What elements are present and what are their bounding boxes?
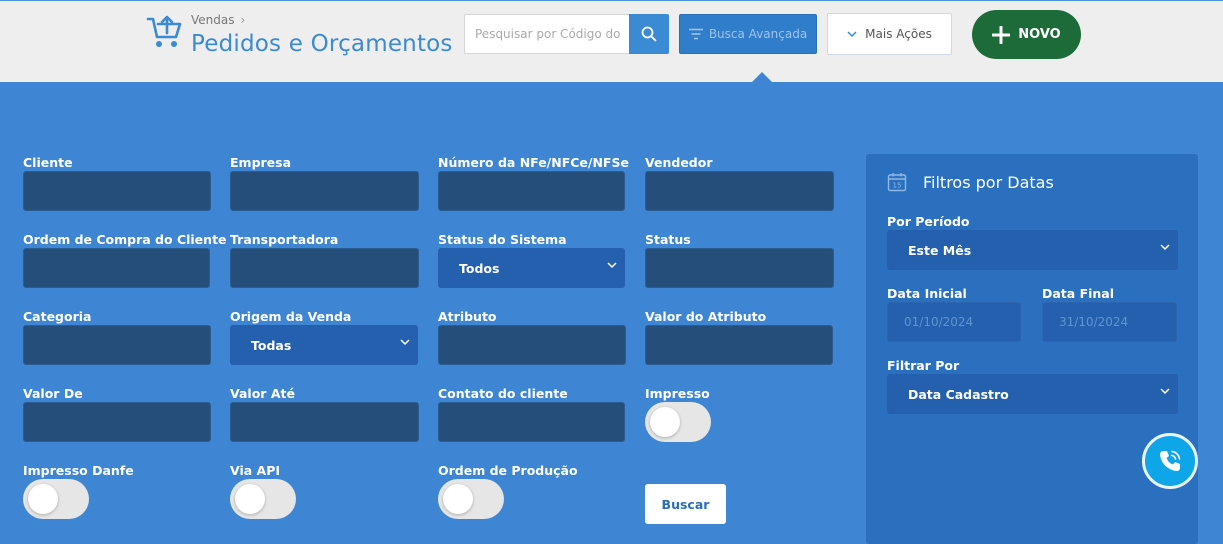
plus-icon — [992, 25, 1011, 44]
top-header: Vendas › Pedidos e Orçamentos Busca Avanç… — [0, 0, 1223, 82]
search-input[interactable] — [464, 14, 630, 54]
toggle-knob — [235, 484, 265, 514]
chevron-down-icon — [1160, 388, 1170, 395]
label-status: Status — [645, 232, 691, 247]
toggle-knob — [28, 484, 58, 514]
empresa-input[interactable] — [230, 171, 419, 211]
dropdown-caret — [752, 72, 772, 82]
chevron-right-icon: › — [240, 13, 246, 27]
label-vendedor: Vendedor — [645, 155, 713, 170]
panel-title: Filtros por Datas — [923, 173, 1054, 192]
label-impresso-danfe: Impresso Danfe — [23, 463, 134, 478]
buscar-button[interactable]: Buscar — [645, 484, 726, 524]
phone-icon — [1160, 450, 1181, 471]
impresso-toggle[interactable] — [645, 402, 711, 442]
svg-text:15: 15 — [893, 182, 902, 190]
label-valor-de: Valor De — [23, 386, 83, 401]
chevron-down-icon — [607, 262, 617, 269]
numero-nfe-input[interactable] — [438, 171, 625, 211]
advanced-search-label: Busca Avançada — [708, 27, 808, 41]
toggle-knob — [443, 484, 473, 514]
transportadora-input[interactable] — [230, 248, 419, 288]
ordem-compra-input[interactable] — [23, 248, 210, 288]
vendedor-input[interactable] — [645, 171, 834, 211]
via-api-toggle[interactable] — [230, 479, 296, 519]
chevron-down-icon — [400, 339, 410, 346]
label-data-inicial: Data Inicial — [887, 286, 967, 301]
phone-support-button[interactable] — [1142, 433, 1198, 489]
origem-venda-value: Todas — [251, 337, 292, 353]
toggle-knob — [650, 407, 680, 437]
filter-icon — [688, 28, 703, 40]
label-via-api: Via API — [230, 463, 281, 478]
valor-ate-input[interactable] — [230, 402, 419, 442]
label-status-sistema: Status do Sistema — [438, 232, 567, 247]
label-por-periodo: Por Período — [887, 214, 970, 229]
filtrar-por-value: Data Cadastro — [908, 386, 1009, 402]
status-input[interactable] — [645, 248, 834, 288]
breadcrumb-vendas[interactable]: Vendas — [191, 13, 235, 27]
label-ordem-compra: Ordem de Compra do Cliente — [23, 232, 227, 247]
categoria-input[interactable] — [23, 325, 211, 365]
contato-cliente-input[interactable] — [438, 402, 625, 442]
label-filtrar-por: Filtrar Por — [887, 358, 960, 373]
more-actions-label: Mais Ações — [865, 27, 932, 41]
label-origem-venda: Origem da Venda — [230, 309, 352, 324]
label-categoria: Categoria — [23, 309, 92, 324]
status-sistema-value: Todos — [459, 260, 500, 276]
label-valor-atributo: Valor do Atributo — [645, 309, 767, 324]
impresso-danfe-toggle[interactable] — [23, 479, 89, 519]
status-sistema-select[interactable]: Todos — [438, 248, 625, 288]
valor-atributo-input[interactable] — [645, 325, 833, 365]
data-inicial-input[interactable]: 01/10/2024 — [887, 302, 1021, 342]
search-icon — [641, 26, 657, 42]
label-impresso: Impresso — [645, 386, 710, 401]
date-filter-panel: 15 Filtros por Datas Por Período Este Mê… — [866, 154, 1198, 544]
chevron-down-icon — [847, 30, 857, 37]
filtrar-por-select[interactable]: Data Cadastro — [887, 374, 1178, 414]
label-atributo: Atributo — [438, 309, 497, 324]
label-data-final: Data Final — [1042, 286, 1115, 301]
label-ordem-producao: Ordem de Produção — [438, 463, 578, 478]
por-periodo-select[interactable]: Este Mês — [887, 230, 1178, 270]
search-button[interactable] — [629, 14, 669, 54]
label-numero-nfe: Número da NFe/NFCe/NFSe — [438, 155, 629, 170]
shopping-cart-icon — [146, 15, 182, 47]
advanced-search-button[interactable]: Busca Avançada — [679, 14, 817, 54]
label-cliente: Cliente — [23, 155, 73, 170]
atributo-input[interactable] — [438, 325, 626, 365]
page-title: Pedidos e Orçamentos — [191, 31, 453, 57]
ordem-producao-toggle[interactable] — [438, 479, 504, 519]
label-contato-cliente: Contato do cliente — [438, 386, 568, 401]
chevron-down-icon — [1160, 244, 1170, 251]
cliente-input[interactable] — [23, 171, 211, 211]
calendar-icon: 15 — [887, 173, 907, 192]
data-final-input[interactable]: 31/10/2024 — [1042, 302, 1177, 342]
breadcrumb: Vendas › — [191, 13, 245, 27]
valor-de-input[interactable] — [23, 402, 211, 442]
por-periodo-value: Este Mês — [908, 242, 972, 258]
label-empresa: Empresa — [230, 155, 292, 170]
new-button[interactable]: NOVO — [972, 10, 1081, 59]
label-transportadora: Transportadora — [230, 232, 339, 247]
origem-venda-select[interactable]: Todas — [230, 325, 418, 365]
new-label: NOVO — [1018, 27, 1061, 42]
label-valor-ate: Valor Até — [230, 386, 295, 401]
more-actions-button[interactable]: Mais Ações — [827, 13, 952, 55]
